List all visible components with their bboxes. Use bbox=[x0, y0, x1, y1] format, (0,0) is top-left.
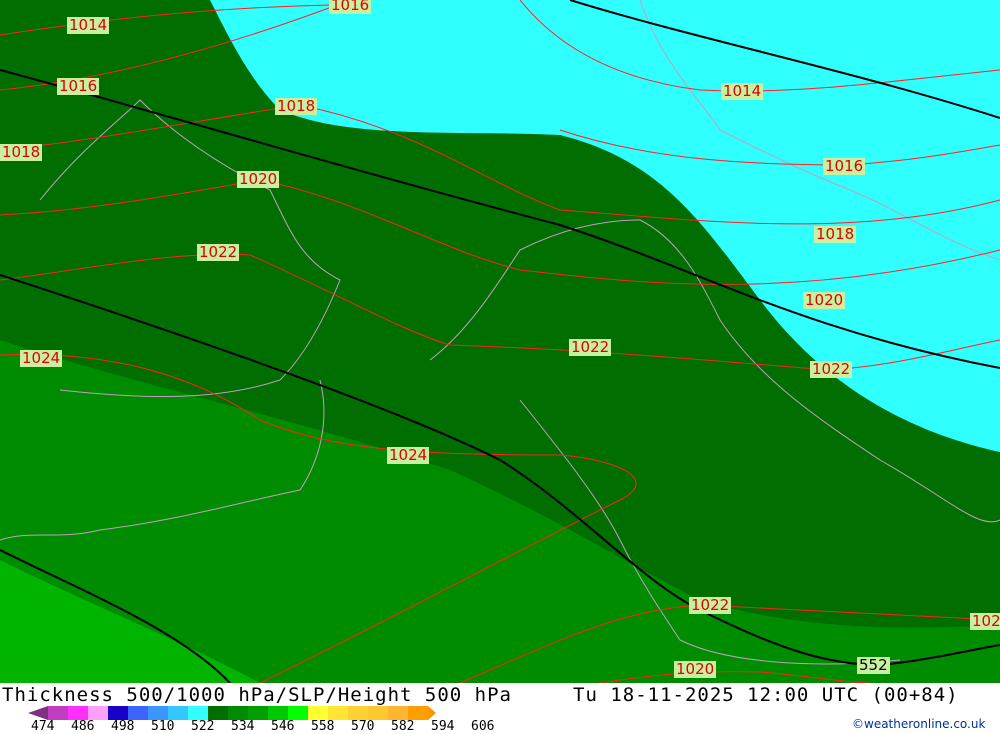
isobar-label: 1020 bbox=[803, 291, 846, 309]
valid-time: Tu 18-11-2025 12:00 UTC (00+84) bbox=[573, 684, 959, 706]
legend-swatch bbox=[268, 706, 288, 720]
isobar-label: 1020 bbox=[674, 660, 717, 678]
legend-swatch bbox=[428, 706, 436, 720]
legend-swatch bbox=[368, 706, 388, 720]
legend-swatch bbox=[248, 706, 268, 720]
legend-swatch bbox=[228, 706, 248, 720]
legend-tick: 534 bbox=[231, 719, 255, 734]
legend-tick: 594 bbox=[431, 719, 455, 734]
isobar-label: 1022 bbox=[689, 596, 732, 614]
isobar-label: 1016 bbox=[57, 77, 100, 95]
legend-swatch bbox=[348, 706, 368, 720]
legend-swatch bbox=[128, 706, 148, 720]
legend-swatch bbox=[168, 706, 188, 720]
isobar-label: 1020 bbox=[237, 170, 280, 188]
credit-link[interactable]: ©weatheronline.co.uk bbox=[852, 717, 985, 731]
legend-swatch bbox=[88, 706, 108, 720]
isobar-label: 1014 bbox=[67, 16, 110, 34]
isobar-label: 1018 bbox=[814, 225, 857, 243]
color-legend bbox=[28, 706, 448, 720]
legend-tick: 570 bbox=[351, 719, 375, 734]
legend-swatch bbox=[388, 706, 408, 720]
legend-swatch bbox=[328, 706, 348, 720]
legend-swatch bbox=[408, 706, 428, 720]
isobar-label: 1018 bbox=[0, 143, 43, 161]
legend-swatch bbox=[148, 706, 168, 720]
isobar-label: 1022 bbox=[197, 243, 240, 261]
legend-tick: 606 bbox=[471, 719, 495, 734]
legend-tick: 486 bbox=[71, 719, 95, 734]
isobar-label: 1014 bbox=[721, 82, 764, 100]
isobar-label: 1024 bbox=[387, 446, 430, 464]
legend-swatch bbox=[188, 706, 208, 720]
legend-tick: 510 bbox=[151, 719, 175, 734]
isobar-label: 1018 bbox=[275, 97, 318, 115]
legend-tick: 558 bbox=[311, 719, 335, 734]
isobar-label: 1024 bbox=[20, 349, 63, 367]
legend-tick: 474 bbox=[31, 719, 55, 734]
legend-swatch bbox=[28, 706, 48, 720]
map-title: Thickness 500/1000 hPa/SLP/Height 500 hP… bbox=[2, 684, 512, 706]
legend-tick: 582 bbox=[391, 719, 415, 734]
isobar-label: 1016 bbox=[823, 157, 866, 175]
legend-swatch bbox=[48, 706, 68, 720]
height-label: 552 bbox=[857, 656, 890, 674]
isobar-label: 1022 bbox=[970, 613, 1000, 630]
legend-swatch bbox=[308, 706, 328, 720]
legend-tick: 522 bbox=[191, 719, 215, 734]
legend-tick: 498 bbox=[111, 719, 135, 734]
legend-swatch bbox=[288, 706, 308, 720]
isobar-label: 1022 bbox=[810, 360, 853, 378]
legend-swatch bbox=[208, 706, 228, 720]
legend-swatch bbox=[68, 706, 88, 720]
isobar-label: 1016 bbox=[329, 0, 372, 14]
legend-tick: 546 bbox=[271, 719, 295, 734]
weather-map bbox=[0, 0, 1000, 683]
isobar-label: 1022 bbox=[569, 338, 612, 356]
legend-swatch bbox=[108, 706, 128, 720]
